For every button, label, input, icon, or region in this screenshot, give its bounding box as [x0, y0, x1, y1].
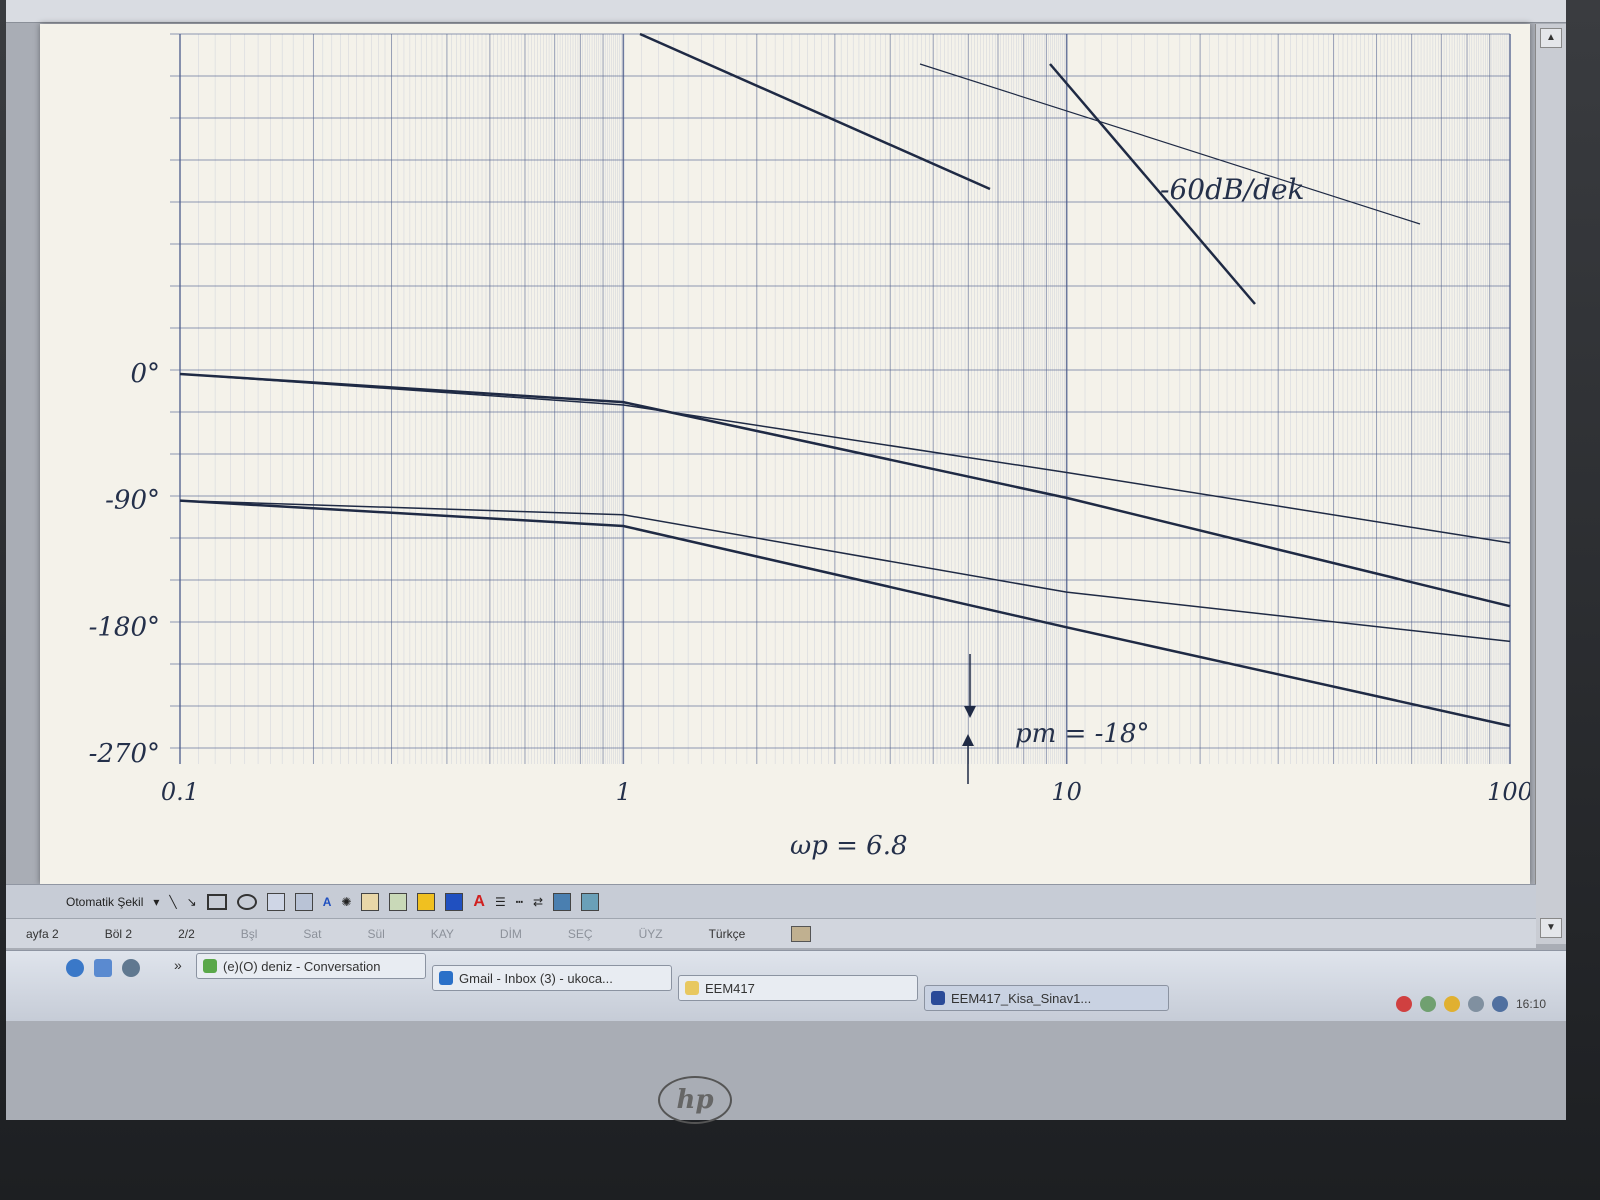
pm-arrowhead-up-icon: [962, 734, 974, 746]
security-shield-icon[interactable]: [1443, 996, 1460, 1012]
taskbar-button-label: EEM417_Kisa_Sinav1...: [951, 991, 1092, 1006]
phase-series-line: [179, 373, 1511, 544]
font-color-icon[interactable]: A: [473, 893, 485, 911]
phase-margin-annotation: pm = -18°: [1015, 719, 1149, 749]
clock: 16:10: [1515, 997, 1546, 1011]
status-page: ayfa 2: [26, 926, 59, 941]
horizontal-ruler: [6, 0, 1566, 23]
phase-series-line: [179, 372, 1511, 608]
phase-series-line: [179, 499, 1511, 728]
textbox-tool-icon[interactable]: [266, 892, 285, 911]
scroll-up-button[interactable]: ▲: [1540, 28, 1562, 48]
line-style-icon[interactable]: ☰: [495, 895, 506, 909]
status-mode-ext[interactable]: SEÇ: [568, 927, 593, 941]
pm-arrowhead-down-icon: [964, 706, 976, 718]
taskbar-button-folder[interactable]: EEM417: [678, 975, 918, 1001]
quick-launch-more[interactable]: »: [174, 957, 182, 973]
chevron-down-icon: ▾: [153, 894, 160, 909]
volume-icon[interactable]: [1467, 996, 1484, 1012]
status-mode-trk[interactable]: DİM: [500, 927, 522, 941]
fill-color-icon[interactable]: [417, 892, 436, 911]
picture-tool-icon[interactable]: [389, 892, 408, 911]
magnitude-asymptote-line: [639, 32, 991, 191]
taskbar-button-label: (e)(O) deniz - Conversation: [223, 959, 381, 974]
arrow-style-icon[interactable]: ⇄: [533, 895, 543, 909]
status-mode-ovr[interactable]: ÜYZ: [639, 927, 663, 941]
x-tick-label: 0.1: [161, 778, 199, 806]
screen: 0° -90° -180° -270° 0.1 1 10 100 -60dB/dek pm =…: [6, 0, 1566, 1120]
line-tool-icon[interactable]: ╲: [169, 895, 176, 909]
bode-plot: 0° -90° -180° -270°0.1 1 10 100 -60dB/dek pm =…: [89, 32, 1530, 861]
diagram-tool-icon[interactable]: ✺: [341, 895, 351, 909]
y-tick-label: -180°: [89, 612, 160, 642]
taskbar: » (e)(O) deniz - Conversation Gmail - In…: [6, 950, 1566, 1021]
status-section: Böl 2: [104, 926, 133, 941]
dash-style-icon[interactable]: ┅: [516, 895, 523, 909]
system-tray: 16:10: [1316, 991, 1546, 1017]
word-document-icon: [931, 991, 945, 1005]
update-icon[interactable]: [1491, 996, 1508, 1012]
y-tick-label: -90°: [105, 486, 160, 516]
document-page[interactable]: 0° -90° -180° -270° 0.1 1 10 100 -60dB/dek pm =…: [40, 24, 1530, 884]
ie-launch-icon[interactable]: [66, 959, 84, 977]
plot-series: [179, 372, 1511, 728]
y-tick-label: -270°: [89, 739, 160, 769]
oval-tool-icon[interactable]: [236, 893, 257, 910]
monitor-bezel: 0° -90° -180° -270° 0.1 1 10 100 -60dB/dek pm =…: [0, 0, 1600, 1200]
status-bar: ayfa 2 Böl 2 2/2 Bşl Sat Sül KAY DİM SEÇ…: [6, 918, 1536, 948]
phase-series-line: [179, 499, 1511, 643]
media-launch-icon[interactable]: [122, 959, 140, 977]
hp-logo: hp: [658, 1076, 732, 1124]
taskbar-button-label: EEM417: [705, 981, 755, 996]
taskbar-button-word-document[interactable]: EEM417_Kisa_Sinav1...: [924, 985, 1169, 1011]
ie-icon: [439, 971, 453, 985]
line-color-icon[interactable]: [445, 892, 464, 911]
desktop-launch-icon[interactable]: [94, 959, 112, 977]
messenger-icon: [203, 959, 217, 973]
network-warning-icon[interactable]: [1395, 996, 1412, 1012]
rectangle-tool-icon[interactable]: [206, 893, 227, 910]
x-tick-label: 1: [616, 778, 631, 806]
crossover-annotation: ωp = 6.8: [790, 831, 908, 861]
plot-grid: [170, 33, 1511, 764]
3d-style-icon[interactable]: [581, 892, 600, 911]
taskbar-button-gmail[interactable]: Gmail - Inbox (3) - ukoca...: [432, 965, 672, 991]
status-pages: 2/2: [178, 926, 195, 941]
status-at: Bşl: [240, 926, 258, 941]
vertical-textbox-tool-icon[interactable]: [294, 892, 313, 911]
drawing-toolbar: Otomatik Şekil ▾ ╲ ↘ A ✺ A ☰ ┅ ⇄: [6, 884, 1536, 918]
slope-annotation: -60dB/dek: [1160, 173, 1304, 206]
shadow-style-icon[interactable]: [553, 892, 572, 911]
vertical-scrollbar[interactable]: ▲ ▼: [1535, 24, 1566, 944]
folder-icon: [685, 981, 699, 995]
status-column: Sül: [367, 926, 385, 941]
arrow-tool-icon[interactable]: ↘: [187, 895, 197, 909]
messenger-tray-icon[interactable]: [1419, 996, 1436, 1012]
x-tick-label: 100: [1487, 778, 1530, 806]
autoshapes-menu[interactable]: Otomatik Şekil: [66, 895, 143, 909]
status-language: Türkçe: [708, 926, 746, 941]
status-line: Sat: [303, 926, 322, 941]
taskbar-button-label: Gmail - Inbox (3) - ukoca...: [459, 971, 613, 986]
clipart-tool-icon[interactable]: [361, 892, 380, 911]
taskbar-button-conversation[interactable]: (e)(O) deniz - Conversation: [196, 953, 426, 979]
scroll-down-button[interactable]: ▼: [1540, 918, 1562, 938]
wordart-tool-icon[interactable]: A: [323, 895, 332, 909]
spellcheck-icon[interactable]: [791, 925, 812, 942]
y-tick-label: 0°: [130, 359, 160, 389]
x-tick-label: 10: [1051, 778, 1082, 806]
status-mode-rec[interactable]: KAY: [431, 927, 454, 941]
